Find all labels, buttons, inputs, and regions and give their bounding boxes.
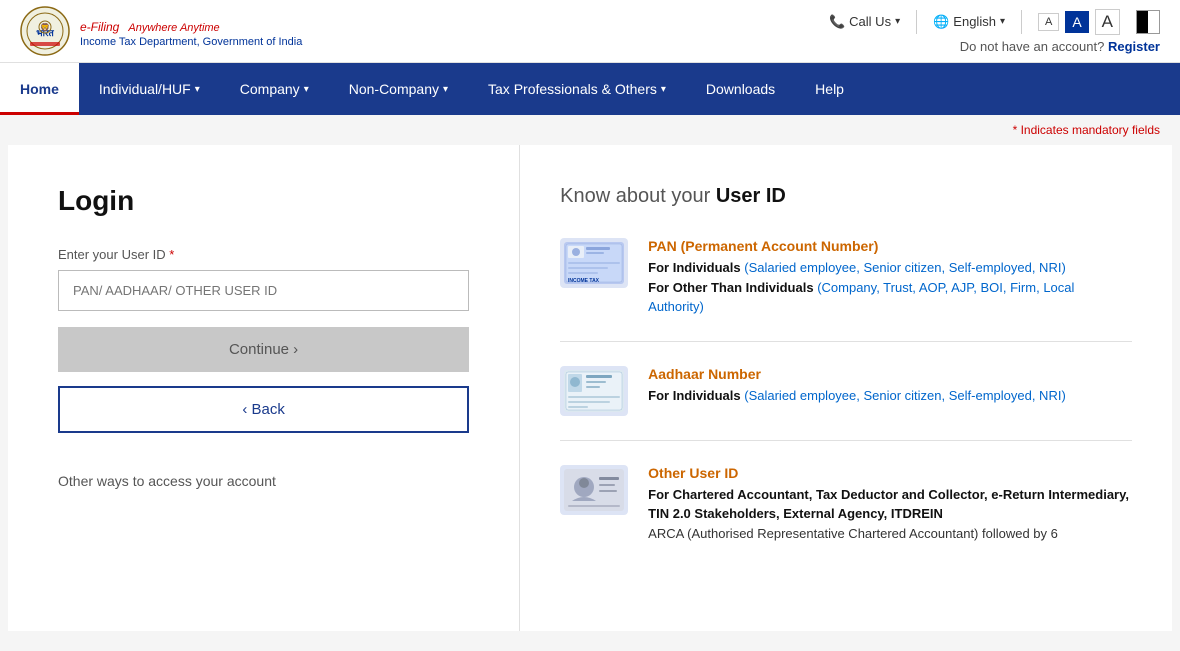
lang-chevron-icon: ▾ (1000, 16, 1005, 27)
nav-chevron-icon3: ▾ (443, 84, 448, 95)
svg-text:INCOME TAX: INCOME TAX (568, 278, 600, 284)
nav-individual-huf[interactable]: Individual/HUF ▾ (79, 63, 220, 115)
nav-help[interactable]: Help (795, 63, 864, 115)
india-emblem-icon: भारत 🦁 (20, 6, 70, 56)
font-controls: A A A (1038, 9, 1120, 35)
nav-chevron-icon2: ▾ (304, 84, 309, 95)
nav-company[interactable]: Company ▾ (220, 63, 329, 115)
nav-non-company[interactable]: Non-Company ▾ (329, 63, 468, 115)
top-right-area: 📞 Call Us ▾ 🌐 English ▾ A A A Do not hav… (829, 9, 1160, 54)
register-link[interactable]: Register (1108, 39, 1160, 54)
nav-downloads[interactable]: Downloads (686, 63, 795, 115)
user-id-input[interactable] (58, 270, 469, 311)
login-panel: Login Enter your User ID * Continue › ‹ … (8, 145, 520, 631)
login-title: Login (58, 185, 469, 217)
pan-card-icon: INCOME TAX (560, 238, 628, 288)
top-actions: 📞 Call Us ▾ 🌐 English ▾ A A A (829, 9, 1160, 35)
user-id-label: Enter your User ID * (58, 247, 469, 262)
other-id-info: Other User ID For Chartered Accountant, … (648, 465, 1132, 544)
divider (916, 10, 917, 34)
other-id-icon (560, 465, 628, 515)
account-text: Do not have an account? Register (960, 39, 1160, 54)
continue-button[interactable]: Continue › (58, 327, 469, 372)
font-small-button[interactable]: A (1038, 13, 1059, 31)
pan-item: INCOME TAX PAN (Permanent Account Number… (560, 238, 1132, 342)
aadhaar-item: Aadhaar Number For Individuals (Salaried… (560, 366, 1132, 441)
aadhaar-desc: For Individuals (Salaried employee, Seni… (648, 386, 1132, 406)
other-ways-label: Other ways to access your account (58, 473, 469, 489)
logo-tagline: Anywhere Anytime (128, 22, 219, 34)
font-large-button[interactable]: A (1095, 9, 1120, 35)
logo-text-area: e-Filing Anywhere Anytime Income Tax Dep… (80, 15, 302, 48)
nav-home[interactable]: Home (0, 63, 79, 115)
aadhaar-type-name: Aadhaar Number (648, 366, 1132, 382)
other-id-type-name: Other User ID (648, 465, 1132, 481)
back-button[interactable]: ‹ Back (58, 386, 469, 433)
contrast-button[interactable] (1136, 10, 1160, 34)
userid-heading: Know about your User ID (560, 185, 1132, 208)
divider2 (1021, 10, 1022, 34)
nav-chevron-icon: ▾ (195, 84, 200, 95)
mandatory-note: * Indicates mandatory fields (0, 115, 1180, 145)
nav-tax-professionals[interactable]: Tax Professionals & Others ▾ (468, 63, 686, 115)
language-selector[interactable]: 🌐 English ▾ (933, 14, 1005, 30)
call-us-button[interactable]: 📞 Call Us ▾ (829, 14, 900, 30)
logo-efiling-label: e-Filing Anywhere Anytime (80, 15, 302, 36)
logo-area: भारत 🦁 e-Filing Anywhere Anytime Income … (20, 6, 302, 56)
navbar: Home Individual/HUF ▾ Company ▾ Non-Comp… (0, 63, 1180, 115)
pan-desc: For Individuals (Salaried employee, Seni… (648, 258, 1132, 317)
required-asterisk: * (169, 247, 174, 262)
other-id-item: Other User ID For Chartered Accountant, … (560, 465, 1132, 568)
nav-chevron-icon4: ▾ (661, 84, 666, 95)
pan-type-name: PAN (Permanent Account Number) (648, 238, 1132, 254)
aadhaar-info: Aadhaar Number For Individuals (Salaried… (648, 366, 1132, 416)
userid-panel: Know about your User ID INCOME TAX (520, 145, 1172, 631)
logo-subtitle: Income Tax Department, Government of Ind… (80, 36, 302, 48)
top-bar: भारत 🦁 e-Filing Anywhere Anytime Income … (0, 0, 1180, 63)
pan-info: PAN (Permanent Account Number) For Indiv… (648, 238, 1132, 317)
svg-text:🦁: 🦁 (40, 22, 50, 32)
globe-icon: 🌐 (933, 14, 949, 30)
main-content: Login Enter your User ID * Continue › ‹ … (8, 145, 1172, 631)
other-id-desc: For Chartered Accountant, Tax Deductor a… (648, 485, 1132, 544)
phone-icon: 📞 (829, 14, 845, 30)
call-us-chevron-icon: ▾ (895, 16, 900, 27)
aadhaar-card-icon (560, 366, 628, 416)
font-medium-button[interactable]: A (1065, 11, 1088, 33)
